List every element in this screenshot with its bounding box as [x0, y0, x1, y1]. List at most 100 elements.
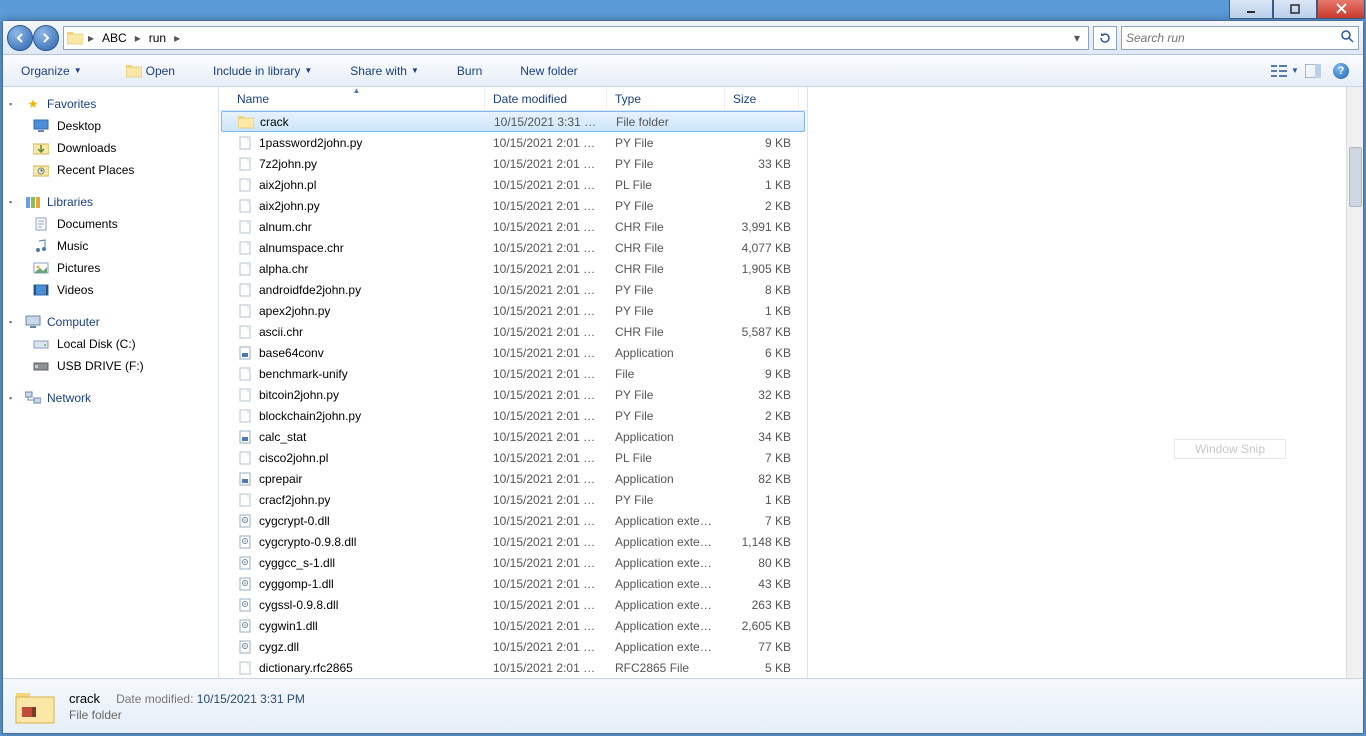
close-button[interactable]	[1317, 0, 1365, 19]
file-date-cell: 10/15/2021 2:01 PM	[485, 283, 607, 297]
file-date-cell: 10/15/2021 2:01 PM	[485, 178, 607, 192]
file-row[interactable]: cygcrypt-0.dll10/15/2021 2:01 PMApplicat…	[219, 510, 807, 531]
file-row[interactable]: alnumspace.chr10/15/2021 2:01 PMCHR File…	[219, 237, 807, 258]
file-row[interactable]: cygssl-0.9.8.dll10/15/2021 2:01 PMApplic…	[219, 594, 807, 615]
search-box[interactable]	[1121, 26, 1359, 50]
file-icon	[237, 240, 253, 256]
file-row[interactable]: apex2john.py10/15/2021 2:01 PMPY File1 K…	[219, 300, 807, 321]
libraries-header[interactable]: ▪Libraries	[3, 191, 218, 213]
nav-arrows	[7, 25, 59, 51]
file-row[interactable]: aix2john.pl10/15/2021 2:01 PMPL File1 KB	[219, 174, 807, 195]
file-row[interactable]: dictionary.rfc286510/15/2021 2:01 PMRFC2…	[219, 657, 807, 678]
new-folder-button[interactable]: New folder	[510, 58, 587, 84]
file-size-cell: 7 KB	[725, 451, 799, 465]
help-icon: ?	[1333, 63, 1349, 79]
file-row[interactable]: 7z2john.py10/15/2021 2:01 PMPY File33 KB	[219, 153, 807, 174]
file-row[interactable]: ascii.chr10/15/2021 2:01 PMCHR File5,587…	[219, 321, 807, 342]
file-row[interactable]: calc_stat10/15/2021 2:01 PMApplication34…	[219, 426, 807, 447]
search-icon[interactable]	[1340, 29, 1354, 46]
file-date-cell: 10/15/2021 2:01 PM	[485, 472, 607, 486]
address-dropdown-icon[interactable]: ▾	[1068, 31, 1086, 45]
view-options-button[interactable]: ▼	[1271, 58, 1299, 84]
file-row[interactable]: cisco2john.pl10/15/2021 2:01 PMPL File7 …	[219, 447, 807, 468]
column-date[interactable]: Date modified	[485, 87, 607, 110]
network-header[interactable]: ▪Network	[3, 387, 218, 409]
favorites-item[interactable]: Downloads	[3, 137, 218, 159]
file-row[interactable]: 1password2john.py10/15/2021 2:01 PMPY Fi…	[219, 132, 807, 153]
libraries-item[interactable]: Pictures	[3, 257, 218, 279]
file-rows[interactable]: crack10/15/2021 3:31 PMFile folder1passw…	[219, 111, 807, 678]
file-name-cell: cygwin1.dll	[229, 618, 485, 634]
preview-pane-button[interactable]	[1299, 58, 1327, 84]
file-name: dictionary.rfc2865	[259, 661, 353, 675]
computer-header[interactable]: ▪Computer	[3, 311, 218, 333]
file-row[interactable]: cygwin1.dll10/15/2021 2:01 PMApplication…	[219, 615, 807, 636]
file-row[interactable]: blockchain2john.py10/15/2021 2:01 PMPY F…	[219, 405, 807, 426]
favorites-item[interactable]: Desktop	[3, 115, 218, 137]
file-icon	[237, 492, 253, 508]
maximize-button[interactable]	[1273, 0, 1317, 19]
file-date-cell: 10/15/2021 2:01 PM	[485, 640, 607, 654]
column-name[interactable]: Name▲	[229, 87, 485, 110]
file-row[interactable]: aix2john.py10/15/2021 2:01 PMPY File2 KB	[219, 195, 807, 216]
favorites-item[interactable]: Recent Places	[3, 159, 218, 181]
open-button[interactable]: Open	[116, 58, 185, 84]
forward-button[interactable]	[33, 25, 59, 51]
file-row[interactable]: cprepair10/15/2021 2:01 PMApplication82 …	[219, 468, 807, 489]
chevron-right-icon[interactable]: ▸	[133, 31, 143, 45]
file-row[interactable]: alnum.chr10/15/2021 2:01 PMCHR File3,991…	[219, 216, 807, 237]
file-row[interactable]: cyggomp-1.dll10/15/2021 2:01 PMApplicati…	[219, 573, 807, 594]
scrollbar-thumb[interactable]	[1349, 147, 1362, 207]
burn-button[interactable]: Burn	[447, 58, 492, 84]
vertical-scrollbar[interactable]	[1346, 87, 1363, 678]
include-library-menu[interactable]: Include in library▼	[203, 58, 322, 84]
breadcrumb-abc[interactable]: ABC	[98, 28, 131, 48]
file-date-cell: 10/15/2021 2:01 PM	[485, 409, 607, 423]
nav-item-icon	[33, 118, 49, 134]
search-input[interactable]	[1126, 31, 1340, 45]
chevron-right-icon[interactable]: ▸	[172, 31, 182, 45]
file-size-cell: 77 KB	[725, 640, 799, 654]
libraries-item[interactable]: Videos	[3, 279, 218, 301]
file-row[interactable]: androidfde2john.py10/15/2021 2:01 PMPY F…	[219, 279, 807, 300]
organize-menu[interactable]: Organize▼	[11, 58, 92, 84]
libraries-item[interactable]: Documents	[3, 213, 218, 235]
file-size-cell: 32 KB	[725, 388, 799, 402]
help-button[interactable]: ?	[1327, 58, 1355, 84]
navigation-pane[interactable]: ▪★Favorites DesktopDownloadsRecent Place…	[3, 87, 219, 678]
file-row[interactable]: crack10/15/2021 3:31 PMFile folder	[221, 111, 805, 132]
file-row[interactable]: cyggcc_s-1.dll10/15/2021 2:01 PMApplicat…	[219, 552, 807, 573]
libraries-item[interactable]: Music	[3, 235, 218, 257]
chevron-right-icon[interactable]: ▸	[86, 31, 96, 45]
back-button[interactable]	[7, 25, 33, 51]
file-name: aix2john.pl	[259, 178, 316, 192]
file-size-cell: 1 KB	[725, 304, 799, 318]
breadcrumb-run[interactable]: run	[145, 28, 170, 48]
column-size[interactable]: Size	[725, 87, 799, 110]
minimize-button[interactable]	[1229, 0, 1273, 19]
column-type[interactable]: Type	[607, 87, 725, 110]
address-bar[interactable]: ▸ ABC ▸ run ▸ ▾	[63, 26, 1089, 50]
file-date-cell: 10/15/2021 2:01 PM	[485, 598, 607, 612]
file-row[interactable]: base64conv10/15/2021 2:01 PMApplication6…	[219, 342, 807, 363]
file-row[interactable]: benchmark-unify10/15/2021 2:01 PMFile9 K…	[219, 363, 807, 384]
file-date-cell: 10/15/2021 2:01 PM	[485, 493, 607, 507]
chevron-down-icon: ▼	[411, 66, 419, 75]
file-date-cell: 10/15/2021 2:01 PM	[485, 325, 607, 339]
computer-item[interactable]: USB DRIVE (F:)	[3, 355, 218, 377]
file-size-cell: 34 KB	[725, 430, 799, 444]
file-name-cell: crack	[230, 114, 486, 130]
share-with-menu[interactable]: Share with▼	[340, 58, 429, 84]
file-icon	[238, 114, 254, 130]
favorites-header[interactable]: ▪★Favorites	[3, 93, 218, 115]
file-row[interactable]: cygz.dll10/15/2021 2:01 PMApplication ex…	[219, 636, 807, 657]
file-row[interactable]: bitcoin2john.py10/15/2021 2:01 PMPY File…	[219, 384, 807, 405]
file-row[interactable]: alpha.chr10/15/2021 2:01 PMCHR File1,905…	[219, 258, 807, 279]
refresh-button[interactable]	[1093, 26, 1117, 50]
file-row[interactable]: cracf2john.py10/15/2021 2:01 PMPY File1 …	[219, 489, 807, 510]
nav-item-label: Documents	[57, 217, 118, 231]
computer-item[interactable]: Local Disk (C:)	[3, 333, 218, 355]
file-name-cell: cygssl-0.9.8.dll	[229, 597, 485, 613]
file-row[interactable]: cygcrypto-0.9.8.dll10/15/2021 2:01 PMApp…	[219, 531, 807, 552]
file-name: bitcoin2john.py	[259, 388, 339, 402]
